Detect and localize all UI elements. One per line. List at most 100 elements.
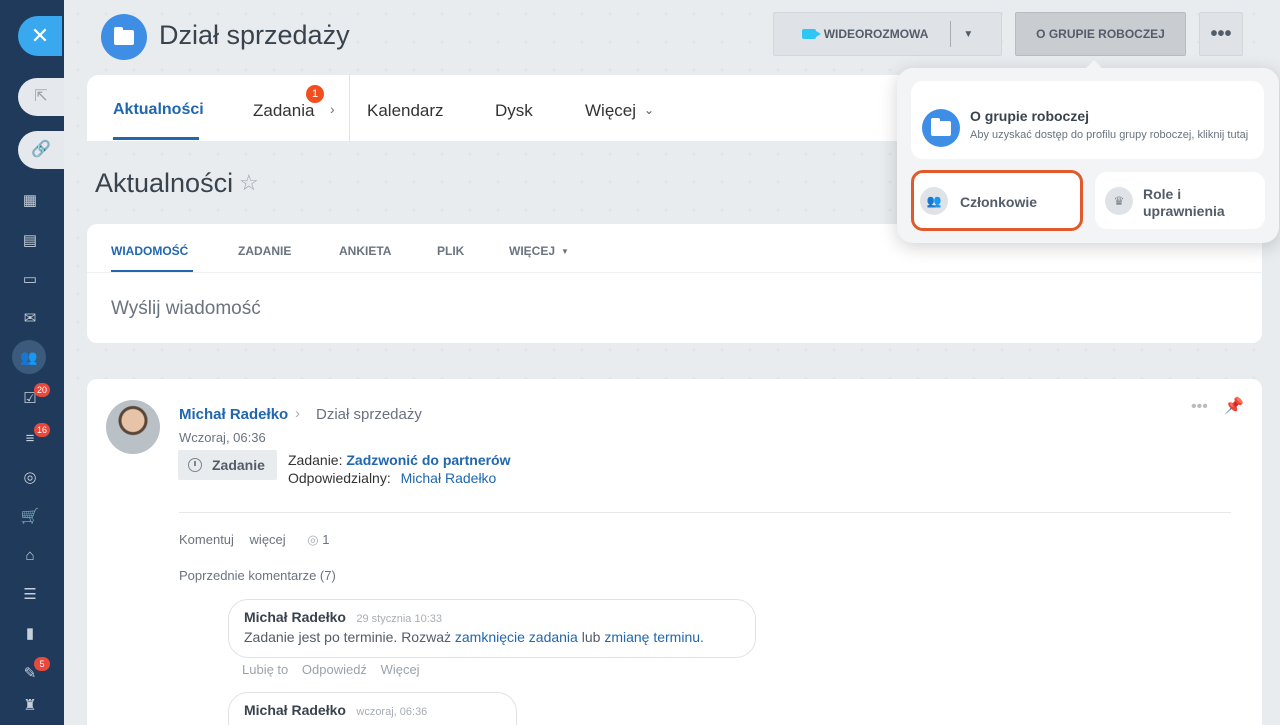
like-link[interactable]: Lubię to [242, 662, 288, 677]
responsible-line: Odpowiedzialny: Michał Radełko [288, 470, 496, 486]
target-icon[interactable]: ◎ [20, 468, 40, 488]
message-input[interactable]: Wyślij wiadomość [111, 298, 261, 320]
checklist-icon[interactable]: ☰ [20, 585, 40, 605]
tab-wiecej[interactable]: Więcej [585, 101, 636, 121]
comment-author[interactable]: Michał Radełko [244, 609, 346, 625]
comment-text-part: lub [577, 629, 605, 645]
tab-divider [349, 75, 350, 141]
more-link[interactable]: więcej [250, 532, 286, 547]
comment-date[interactable]: 29 stycznia 10:33 [356, 613, 442, 625]
feed-post: Michał Radełko › Dział sprzedaży Wczoraj… [87, 379, 1262, 725]
about-group-description: Aby uzyskać dostęp do profilu grupy robo… [970, 129, 1249, 141]
tab-more-chevron-icon[interactable]: ⌄ [644, 103, 654, 117]
tab-kalendarz[interactable]: Kalendarz [367, 101, 444, 121]
more-button[interactable]: ••• [1199, 12, 1243, 56]
comment-more-link[interactable]: Więcej [381, 662, 420, 677]
members-icon: 👥 [920, 187, 948, 215]
external-link-icon[interactable]: ⇱ [18, 78, 64, 116]
responsible-link[interactable]: Michał Radełko [401, 470, 497, 486]
comment-author[interactable]: Michał Radełko [244, 702, 346, 718]
cart-icon[interactable]: 🛒 [20, 507, 40, 527]
post-author[interactable]: Michał Radełko [179, 406, 288, 423]
members-card[interactable]: 👥 Członkowie [911, 170, 1083, 231]
about-group-button[interactable]: O GRUPIE ROBOCZEJ [1015, 12, 1186, 56]
eye-icon: ◎ [307, 532, 319, 547]
task-link[interactable]: Zadzwonić do partnerów [346, 452, 510, 468]
comment-text: Zadanie jest po terminie. Rozważ zamknię… [244, 629, 740, 645]
chevron-right-icon[interactable]: › [330, 101, 335, 117]
task-prefix: Zadanie: [288, 452, 343, 468]
views-count[interactable]: 1 [322, 532, 329, 547]
page-title: Aktualności [95, 168, 234, 198]
post-actions: Komentuj więcej ◎ 1 [179, 532, 330, 548]
composer-tab-more[interactable]: WIĘCEJ [509, 244, 555, 258]
previous-comments-link[interactable]: Poprzednie komentarze (7) [179, 568, 336, 583]
post-destination[interactable]: Dział sprzedaży [316, 406, 422, 423]
building-icon[interactable]: ⌂ [20, 546, 40, 566]
composer-tab-file[interactable]: PLIK [437, 244, 464, 258]
task-chip: Zadanie [178, 450, 277, 480]
tab-dysk[interactable]: Dysk [495, 101, 533, 121]
responsible-label: Odpowiedzialny: [288, 470, 391, 486]
about-group-card[interactable]: O grupie roboczej Aby uzyskać dostęp do … [911, 81, 1264, 159]
clock-icon [188, 458, 202, 472]
crown-icon: ♛ [1105, 187, 1133, 215]
group-tabs: Aktualności Zadania 1 › Kalendarz Dysk W… [87, 75, 927, 141]
document-icon[interactable]: ▤ [20, 231, 40, 251]
comment-bubble: Michał Radełko 29 stycznia 10:33 Zadanie… [228, 599, 756, 658]
chevron-right-icon: › [295, 405, 300, 422]
lamp-icon[interactable]: ♜ [20, 696, 40, 716]
left-sidebar: ✕ ⇱ 🔗 ▦ ▤ ▭ ✉ 👥 ☑ 20 ≡ 16 ◎ 🛒 ⌂ ☰ ▮ ✎ 5 … [0, 0, 64, 725]
active-tab-underline [113, 137, 199, 140]
post-divider [179, 512, 1231, 513]
folder-icon [922, 109, 960, 147]
group-menu-dropdown: O grupie roboczej Aby uzyskać dostęp do … [897, 60, 1279, 243]
comment-link[interactable]: Komentuj [179, 532, 234, 547]
post-time[interactable]: Wczoraj, 06:36 [179, 430, 266, 445]
composer-tab-task[interactable]: ZADANIE [238, 244, 291, 258]
button-separator [950, 21, 952, 47]
filter-badge: 16 [34, 423, 51, 437]
group-title: Dział sprzedaży [159, 20, 350, 50]
chevron-down-icon[interactable]: ▼ [963, 29, 973, 40]
members-label: Członkowie [960, 194, 1038, 210]
video-call-label: WIDEOROZMOWA [823, 27, 929, 41]
comment-bubble: Michał Radełko wczoraj, 06:36 [228, 692, 517, 725]
roles-card[interactable]: ♛ Role i uprawnienia [1095, 172, 1265, 229]
composer-more-caret-icon[interactable]: ▼ [561, 247, 569, 256]
change-deadline-link[interactable]: zmianę terminu [604, 629, 700, 645]
task-line: Zadanie: Zadzwonić do partnerów [288, 452, 511, 468]
group-folder-icon [101, 14, 147, 60]
post-toolbar: ••• 📌 [1191, 396, 1244, 416]
drive-icon[interactable]: ▭ [20, 270, 40, 290]
comment-text-part: Zadanie jest po terminie. Rozważ [244, 629, 455, 645]
comment-date[interactable]: wczoraj, 06:36 [356, 706, 427, 718]
composer-tab-message[interactable]: WIADOMOŚĆ [111, 244, 188, 258]
roles-label: Role i uprawnienia [1143, 186, 1225, 219]
tab-zadania[interactable]: Zadania [253, 101, 314, 121]
post-more-icon[interactable]: ••• [1191, 398, 1208, 415]
close-icon[interactable]: ✕ [18, 16, 62, 56]
pin-icon[interactable]: 📌 [1224, 398, 1244, 415]
task-chip-label: Zadanie [212, 457, 265, 473]
chart-icon[interactable]: ▮ [20, 624, 40, 644]
about-group-label: O GRUPIE ROBOCZEJ [1036, 27, 1165, 41]
avatar[interactable] [106, 400, 160, 454]
composer-tab-poll[interactable]: ANKIETA [339, 244, 391, 258]
star-icon[interactable]: ☆ [239, 170, 259, 196]
edit-badge: 5 [34, 657, 50, 671]
tab-aktualnosci[interactable]: Aktualności [113, 101, 204, 119]
mail-icon[interactable]: ✉ [20, 309, 40, 329]
workgroups-icon[interactable]: 👥 [12, 340, 46, 374]
video-call-button[interactable]: WIDEOROZMOWA ▼ [773, 12, 1002, 56]
close-task-link[interactable]: zamknięcie zadania [455, 629, 578, 645]
link-icon[interactable]: 🔗 [18, 131, 64, 169]
about-group-title: O grupie roboczej [970, 108, 1090, 124]
comment-text-part: . [700, 629, 704, 645]
reply-link[interactable]: Odpowiedź [302, 662, 367, 677]
comment-actions: Lubię to Odpowiedź Więcej [242, 662, 420, 677]
tab-zadania-badge: 1 [306, 85, 324, 103]
tasks-badge: 20 [34, 383, 51, 397]
calendar-icon[interactable]: ▦ [20, 191, 40, 211]
camera-icon [801, 29, 821, 39]
